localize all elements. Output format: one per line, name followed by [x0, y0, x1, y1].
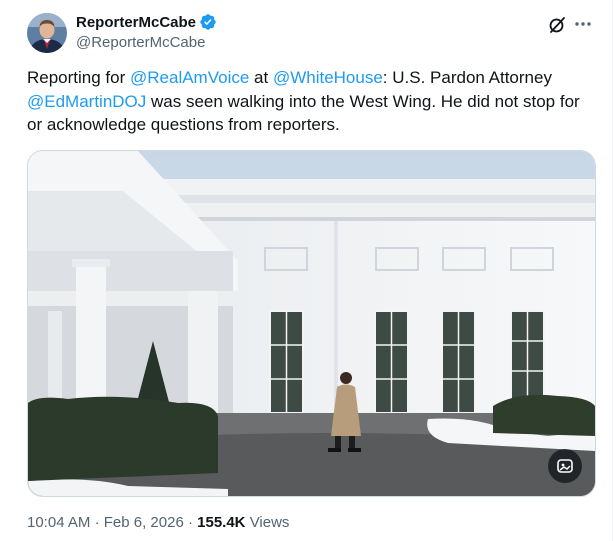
- verified-badge-icon[interactable]: [199, 13, 217, 31]
- mention-link-realamvoice[interactable]: @RealAmVoice: [130, 68, 249, 87]
- tweet-text: Reporting for @RealAmVoice at @WhiteHous…: [27, 66, 597, 137]
- tweet-media-photo[interactable]: [27, 150, 596, 497]
- views-label[interactable]: Views: [250, 514, 290, 531]
- meta-separator: ·: [94, 514, 100, 531]
- avatar-photo-icon: [27, 13, 67, 53]
- author-handle[interactable]: @ReporterMcCabe: [76, 34, 205, 51]
- tweet-text-part: Reporting for: [27, 68, 130, 87]
- author-name-row[interactable]: ReporterMcCabe: [76, 13, 217, 31]
- tweet-text-part: : U.S. Pardon Attorney: [382, 68, 552, 87]
- tweet-text-part: at: [249, 68, 273, 87]
- tweet-time-link[interactable]: 10:04 AM: [27, 514, 90, 531]
- meta-separator: ·: [187, 514, 193, 531]
- west-wing-photo: [28, 151, 595, 496]
- views-count[interactable]: 155.4K: [197, 514, 245, 531]
- grok-icon[interactable]: [547, 15, 567, 35]
- mention-link-edmartindoj[interactable]: @EdMartinDOJ: [27, 92, 146, 111]
- tweet-date-link[interactable]: Feb 6, 2026: [104, 514, 184, 531]
- tweet-meta-line: 10:04 AM · Feb 6, 2026 · 155.4K Views: [27, 514, 289, 531]
- tweet-card[interactable]: ReporterMcCabe @ReporterMcCabe Reporting…: [0, 0, 613, 541]
- author-avatar[interactable]: [27, 13, 67, 53]
- image-description-button[interactable]: [548, 449, 582, 483]
- image-description-icon: [557, 459, 573, 473]
- author-display-name[interactable]: ReporterMcCabe: [76, 14, 196, 31]
- mention-link-whitehouse[interactable]: @WhiteHouse: [273, 68, 383, 87]
- more-horizontal-icon[interactable]: [573, 14, 593, 34]
